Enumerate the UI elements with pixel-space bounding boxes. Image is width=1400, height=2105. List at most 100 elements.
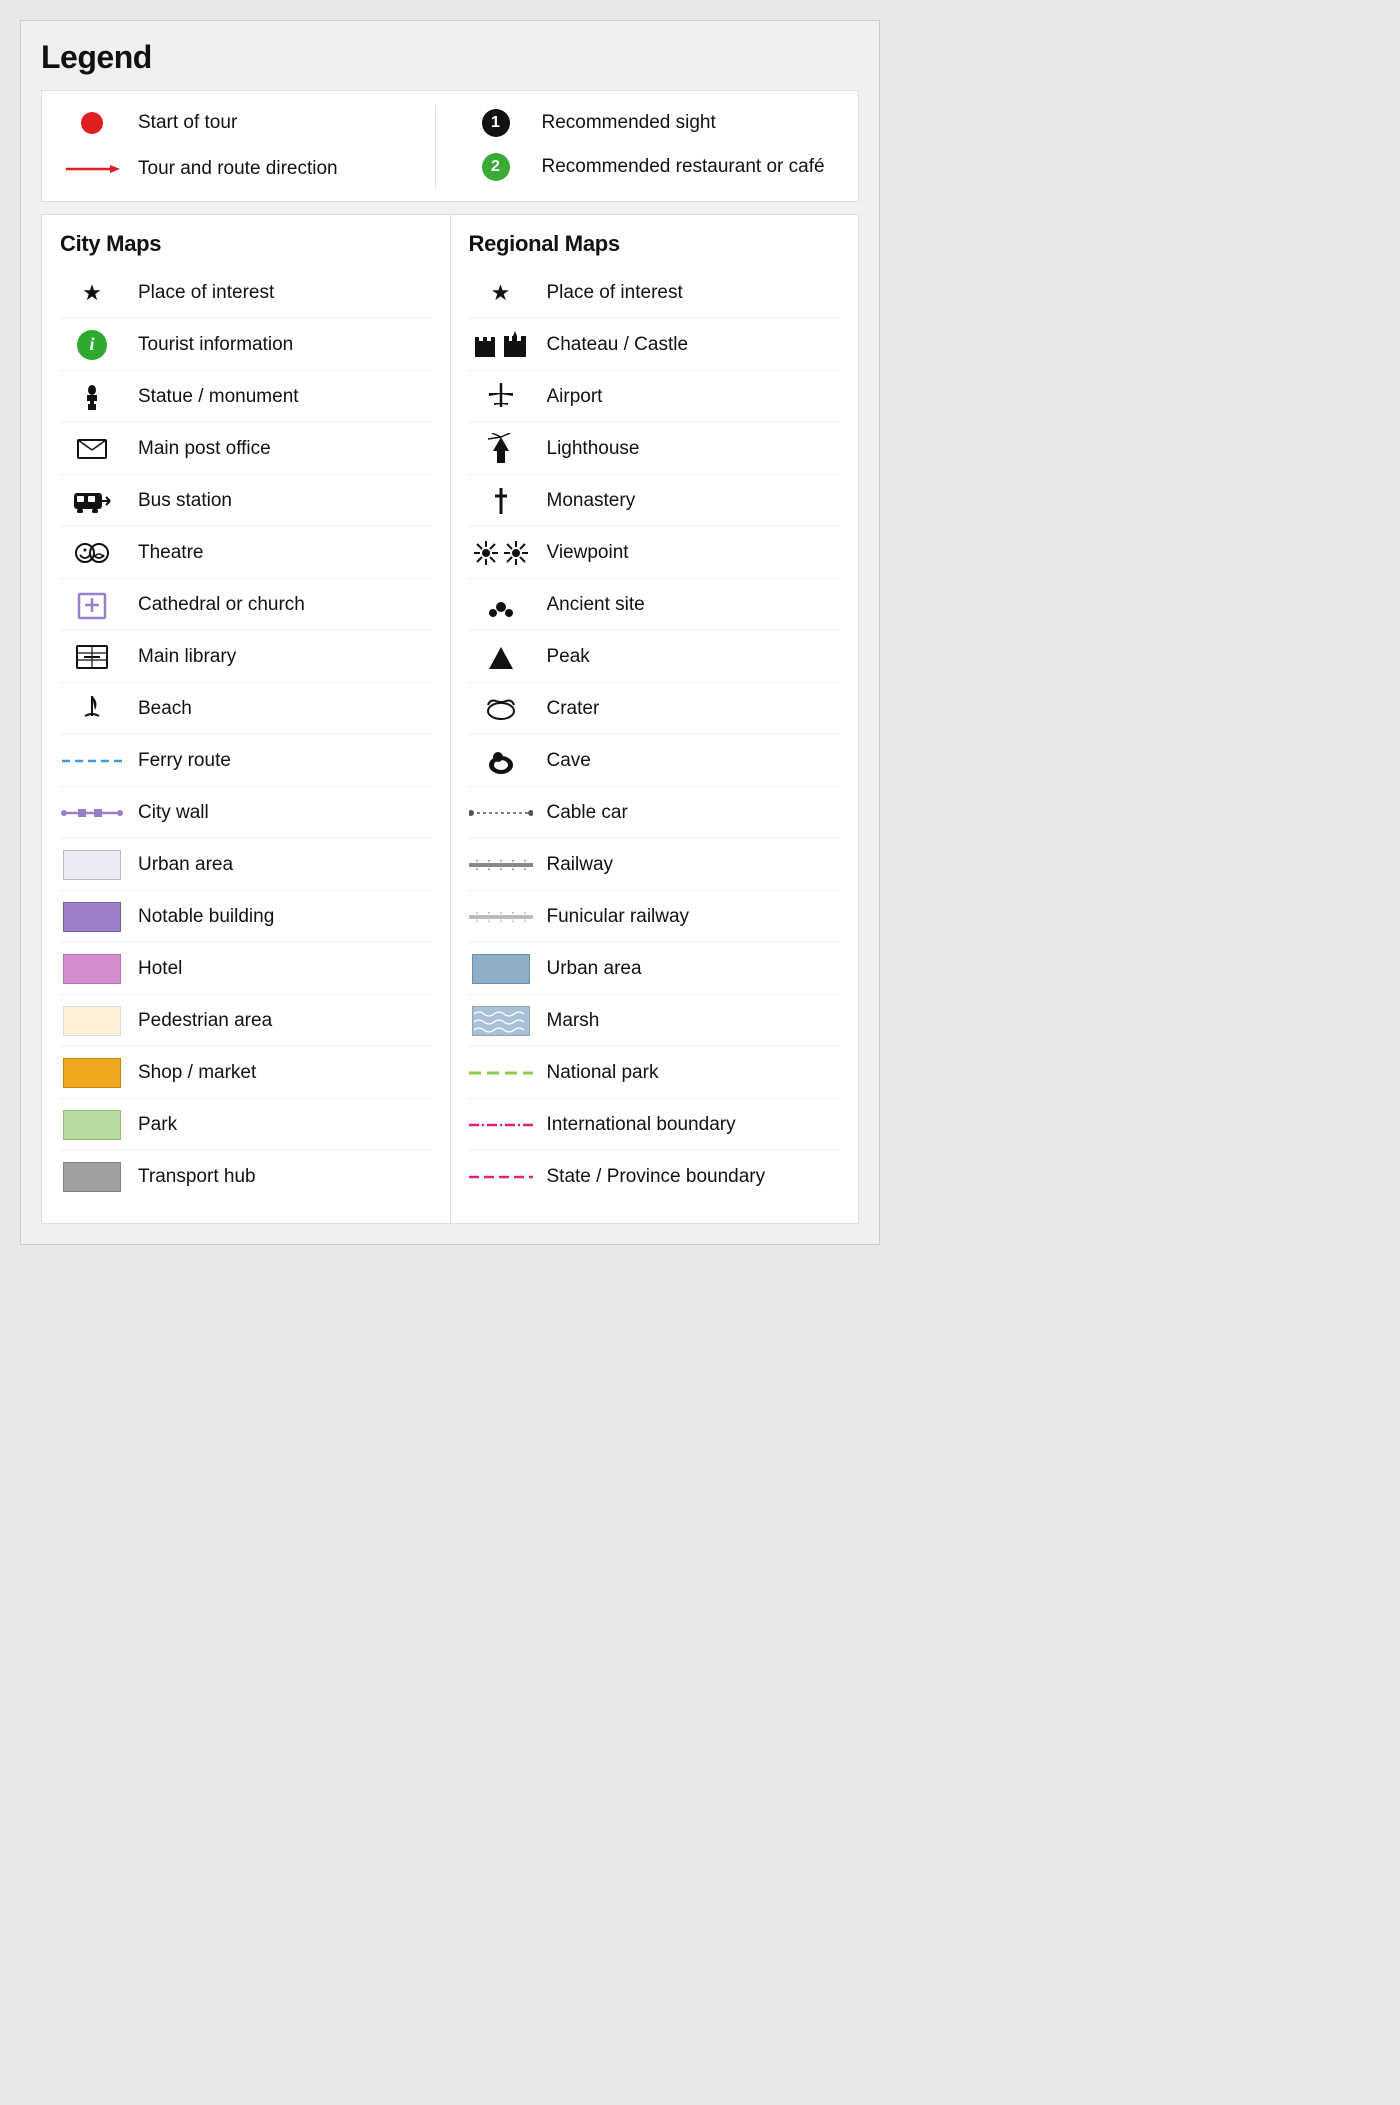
top-left: Start of tour Tour and route direction bbox=[62, 105, 435, 187]
state-province-boundary-icon bbox=[469, 1170, 533, 1184]
transport-hub-label: Transport hub bbox=[138, 1166, 256, 1188]
list-item: Beach bbox=[60, 683, 432, 735]
list-item: Urban area bbox=[469, 943, 841, 995]
green-circle-2: 2 bbox=[482, 153, 510, 181]
urban-area-reg-label: Urban area bbox=[547, 958, 642, 980]
list-item: Main library bbox=[60, 631, 432, 683]
cable-car-icon bbox=[469, 804, 533, 822]
black-circle-1: 1 bbox=[482, 109, 510, 137]
list-item: Ancient site bbox=[469, 579, 841, 631]
transport-hub-icon bbox=[60, 1162, 124, 1192]
list-item: Lighthouse bbox=[469, 423, 841, 475]
peak-label: Peak bbox=[547, 646, 590, 668]
bus-station-label: Bus station bbox=[138, 490, 232, 512]
pedestrian-area-label: Pedestrian area bbox=[138, 1010, 272, 1032]
funicular-railway-icon bbox=[469, 908, 533, 926]
list-item: Transport hub bbox=[60, 1151, 432, 1203]
monastery-label: Monastery bbox=[547, 490, 636, 512]
cathedral-church-icon bbox=[60, 590, 124, 620]
cathedral-church-label: Cathedral or church bbox=[138, 594, 305, 616]
ferry-route-icon bbox=[60, 754, 124, 768]
list-item: Park bbox=[60, 1099, 432, 1151]
list-item: Shop / market bbox=[60, 1047, 432, 1099]
beach-label: Beach bbox=[138, 698, 192, 720]
marsh-label: Marsh bbox=[547, 1010, 600, 1032]
monastery-icon bbox=[469, 486, 533, 516]
start-tour-label: Start of tour bbox=[138, 112, 237, 134]
main-post-office-label: Main post office bbox=[138, 438, 271, 460]
list-item: Hotel bbox=[60, 943, 432, 995]
shop-market-label: Shop / market bbox=[138, 1062, 256, 1084]
list-item: National park bbox=[469, 1047, 841, 1099]
lighthouse-icon bbox=[469, 433, 533, 465]
ferry-route-label: Ferry route bbox=[138, 750, 231, 772]
tour-direction-row: Tour and route direction bbox=[62, 151, 435, 187]
park-label: Park bbox=[138, 1114, 177, 1136]
top-section: Start of tour Tour and route direction 1… bbox=[41, 90, 859, 202]
urban-area-city-icon bbox=[60, 850, 124, 880]
international-boundary-label: International boundary bbox=[547, 1114, 736, 1136]
list-item: Bus station bbox=[60, 475, 432, 527]
recommended-restaurant-row: 2 Recommended restaurant or café bbox=[466, 149, 839, 185]
national-park-label: National park bbox=[547, 1062, 659, 1084]
tourist-info-label: Tourist information bbox=[138, 334, 293, 356]
list-item: ★ Place of interest bbox=[60, 267, 432, 319]
viewpoint-label: Viewpoint bbox=[547, 542, 629, 564]
regional-maps-column: Regional Maps ★ Place of interest bbox=[451, 215, 859, 1223]
chateau-castle-label: Chateau / Castle bbox=[547, 334, 689, 356]
national-park-icon bbox=[469, 1066, 533, 1080]
list-item: State / Province boundary bbox=[469, 1151, 841, 1203]
ancient-site-icon bbox=[469, 591, 533, 619]
list-item: Funicular railway bbox=[469, 891, 841, 943]
list-item: International boundary bbox=[469, 1099, 841, 1151]
bus-station-icon bbox=[60, 489, 124, 513]
main-library-icon bbox=[60, 643, 124, 671]
urban-area-reg-icon bbox=[469, 954, 533, 984]
hotel-label: Hotel bbox=[138, 958, 182, 980]
viewpoint-icon bbox=[469, 539, 533, 567]
marsh-icon bbox=[469, 1006, 533, 1036]
crater-label: Crater bbox=[547, 698, 600, 720]
list-item: Viewpoint bbox=[469, 527, 841, 579]
airport-icon bbox=[469, 381, 533, 413]
city-maps-header: City Maps bbox=[60, 231, 432, 257]
statue-monument-label: Statue / monument bbox=[138, 386, 299, 408]
list-item: Marsh bbox=[469, 995, 841, 1047]
list-item: Railway bbox=[469, 839, 841, 891]
chateau-castle-icon bbox=[469, 331, 533, 359]
main-post-office-icon bbox=[60, 438, 124, 460]
list-item: Pedestrian area bbox=[60, 995, 432, 1047]
list-item: Cave bbox=[469, 735, 841, 787]
legend-title: Legend bbox=[41, 39, 859, 76]
airport-label: Airport bbox=[547, 386, 603, 408]
international-boundary-icon bbox=[469, 1118, 533, 1132]
funicular-railway-label: Funicular railway bbox=[547, 906, 690, 928]
pedestrian-area-icon bbox=[60, 1006, 124, 1036]
notable-building-label: Notable building bbox=[138, 906, 274, 928]
tour-direction-icon bbox=[62, 160, 122, 178]
tour-direction-label: Tour and route direction bbox=[138, 158, 338, 180]
legend-container: Legend Start of tour Tour and route dire… bbox=[20, 20, 880, 1245]
list-item: i Tourist information bbox=[60, 319, 432, 371]
lighthouse-label: Lighthouse bbox=[547, 438, 640, 460]
main-section: City Maps ★ Place of interest i Tourist … bbox=[41, 214, 859, 1224]
recommended-sight-row: 1 Recommended sight bbox=[466, 105, 839, 141]
list-item: Statue / monument bbox=[60, 371, 432, 423]
main-library-label: Main library bbox=[138, 646, 236, 668]
shop-market-icon bbox=[60, 1058, 124, 1088]
recommended-sight-label: Recommended sight bbox=[542, 112, 716, 134]
recommended-restaurant-icon: 2 bbox=[466, 153, 526, 181]
city-wall-icon bbox=[60, 805, 124, 821]
state-province-boundary-label: State / Province boundary bbox=[547, 1166, 766, 1188]
list-item: Cable car bbox=[469, 787, 841, 839]
theatre-icon bbox=[60, 539, 124, 567]
list-item: ★ Place of interest bbox=[469, 267, 841, 319]
city-wall-label: City wall bbox=[138, 802, 209, 824]
statue-monument-icon bbox=[60, 382, 124, 412]
recommended-sight-icon: 1 bbox=[466, 109, 526, 137]
list-item: Notable building bbox=[60, 891, 432, 943]
list-item: Crater bbox=[469, 683, 841, 735]
peak-icon bbox=[469, 643, 533, 671]
list-item: Airport bbox=[469, 371, 841, 423]
list-item: Peak bbox=[469, 631, 841, 683]
